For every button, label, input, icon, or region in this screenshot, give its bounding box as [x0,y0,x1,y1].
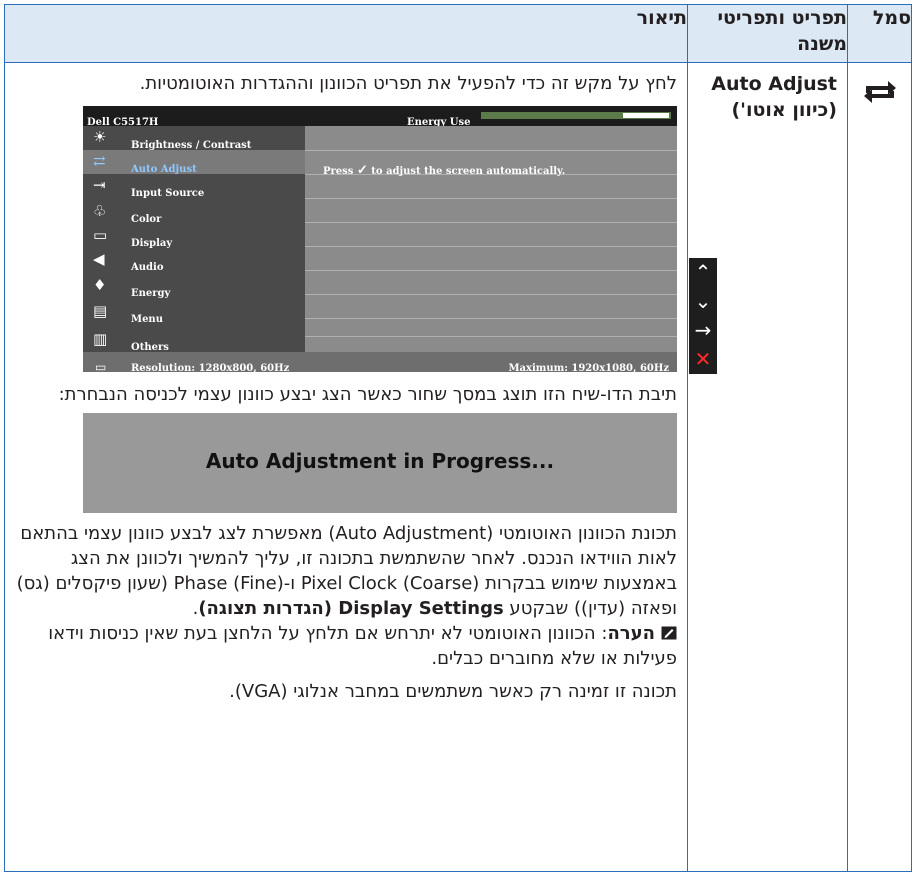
auto-adjust-dialog: Auto Adjustment in Progress... [83,413,677,513]
osd-status-bar: ▭ Resolution: 1280x800, 60Hz Maximum: 19… [83,352,677,374]
auto-adjust-icon: ⇄ [93,152,106,170]
symbol-cell [847,62,912,872]
header-submenu: תפריט ותפריטי משנה [687,4,848,63]
down-icon[interactable]: ⌄ [689,287,717,316]
vga-connector-icon: ▭ [95,360,107,374]
osd-menu-table: סמל תפריט ותפריטי משנה תיאור Auto Adjust… [4,4,912,872]
osd-divider [305,294,677,295]
others-icon: ▥ [93,330,108,348]
osd-divider [305,246,677,247]
osd-item-input-source[interactable]: ⇥ Input Source [83,174,305,200]
osd-item-display[interactable]: ▭ Display [83,224,305,250]
submenu-cell: Auto Adjust (כיוון אוטו') [687,62,848,872]
note-text: : הכוונון האוטומטי לא יתרחש אם תלחץ על ה… [48,623,677,669]
up-icon[interactable]: ⌃ [689,258,717,287]
osd-item-color[interactable]: ♧ Color [83,200,305,226]
audio-icon: ◀ [93,250,105,268]
header-description: תיאור [4,4,688,63]
close-icon[interactable]: ✕ [689,345,717,374]
osd-divider [305,198,677,199]
osd-resolution: Resolution: 1280x800, 60Hz [131,363,290,374]
auto-adjust-arrows-icon [863,81,896,103]
display-icon: ▭ [93,226,108,244]
description-cell: לחץ על מקש זה כדי להפעיל את תפריט הכוונו… [4,62,717,872]
table-row: Auto Adjust (כיוון אוטו') לחץ על מקש זה … [4,62,912,872]
description-paragraph: תכונת הכוונון האוטומטי (Auto Adjustment)… [16,523,677,619]
osd-item-brightness[interactable]: ☀ Brightness / Contrast [83,126,305,152]
osd-item-menu[interactable]: ▤ Menu [83,300,305,326]
osd-divider [305,270,677,271]
osd-divider [305,222,677,223]
osd-energy-bar-fill [623,113,669,118]
osd-item-auto-adjust[interactable]: ⇄ Auto Adjust [83,150,305,175]
osd-divider [305,318,677,319]
osd-maximum: Maximum: 1920x1080, 60Hz [508,363,669,374]
note-paragraph: הערה: הכוונון האוטומטי לא יתרחש אם תלחץ … [15,621,677,671]
osd-item-others[interactable]: ▥ Others [83,328,305,354]
right-arrow-icon[interactable]: → [689,316,717,345]
energy-icon: ♦ [93,276,107,294]
vga-availability-text: תכונה זו זמינה רק כאשר משתמשים במחבר אנל… [229,681,677,702]
note-pencil-icon [661,626,677,640]
dialog-intro-text: תיבת הדו-שיח הזו תוצג במסך שחור כאשר הצג… [58,384,677,405]
dialog-text: Auto Adjustment in Progress... [205,449,555,473]
color-icon: ♧ [93,202,107,220]
input-source-icon: ⇥ [93,176,106,194]
header-symbol: סמל [847,4,912,63]
intro-text: לחץ על מקש זה כדי להפעיל את תפריט הכוונו… [139,73,677,94]
osd-message: Press ✓ to adjust the screen automatical… [323,163,566,178]
manual-page: סמל תפריט ותפריטי משנה תיאור Auto Adjust… [0,0,916,880]
display-settings-label: Display Settings (הגדרות תצוגה) [198,598,504,619]
menu-icon: ▤ [93,302,108,320]
note-label: הערה [607,623,655,644]
osd-screenshot: Dell C5517H Energy Use ☀ Brightness / Co… [83,106,717,374]
osd-item-audio[interactable]: ◀ Audio [83,248,305,274]
osd-divider [305,150,677,151]
osd-divider [305,336,677,337]
osd-button-bar: ⌃ ⌄ → ✕ [689,258,717,374]
table-header-row: סמל תפריט ותפריטי משנה תיאור [4,4,912,63]
osd-item-energy[interactable]: ♦ Energy [83,274,305,300]
brightness-icon: ☀ [93,128,107,146]
check-icon: ✓ [356,163,368,178]
